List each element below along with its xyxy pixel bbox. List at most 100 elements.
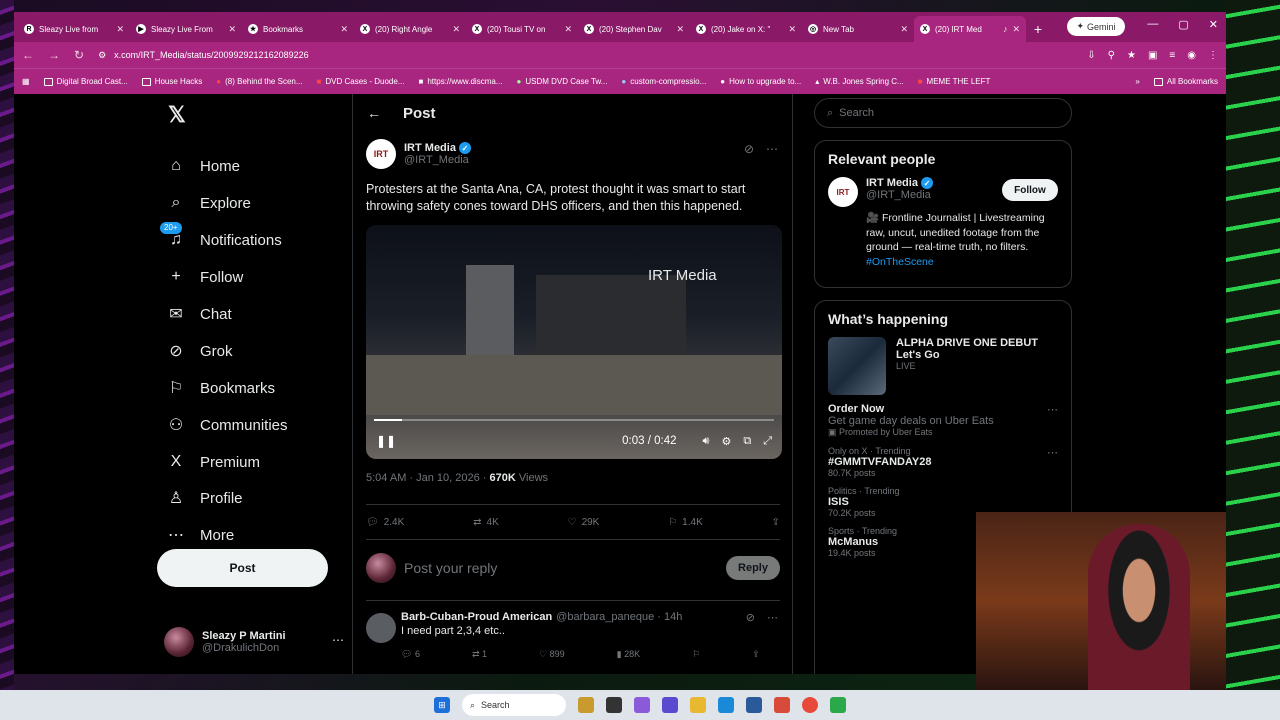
relevant-person[interactable]: IRT IRT Media ✓ @IRT_Media Follow [828,177,1058,207]
close-tab-icon[interactable]: ✕ [452,24,460,35]
more-dots-icon[interactable]: ⋯ [1047,446,1058,459]
bookmark-item[interactable]: ■ MEME THE LEFT [918,77,991,86]
url-field[interactable]: ⚙ x.com/IRT_Media/status/2009929212162089… [98,45,1073,65]
settings-gear-icon[interactable]: ⚙ [721,435,731,448]
minimize-icon[interactable]: — [1147,18,1158,31]
install-icon[interactable]: ⇩ [1087,50,1095,61]
video-player[interactable]: IRT Media ❚❚ 0:03 / 0:42 🔊︎ ⚙ ⧉ ⤢ [366,225,782,459]
chrome-icon[interactable] [802,697,818,713]
reply-button[interactable]: Reply [726,556,780,580]
close-tab-icon[interactable]: ✕ [900,24,908,35]
bookmark-item[interactable]: ■ DVD Cases - Duode... [317,77,405,86]
commenter-name[interactable]: Barb-Cuban-Proud American [401,611,552,623]
person-name[interactable]: IRT Media [866,177,918,189]
event-item[interactable]: ALPHA DRIVE ONE DEBUT Let's Go LIVE [828,337,1058,395]
taskbar-search[interactable]: ⌕ Search [462,694,566,716]
forward-arrow-icon[interactable]: → [48,48,60,62]
browser-tab[interactable]: R Sleazy Live from ✕ [18,16,130,42]
bookmark-item[interactable]: House Hacks [141,77,202,86]
bio-hashtag[interactable]: #OnTheScene [866,256,934,268]
browser-tab-active[interactable]: X (20) IRT Med ♪ ✕ [914,16,1026,42]
close-tab-icon[interactable]: ✕ [788,24,796,35]
more-dots-icon[interactable]: ⋯ [1047,403,1058,416]
back-arrow-icon[interactable]: ← [22,48,34,62]
nav-more[interactable]: ⋯ More [166,517,234,553]
follow-button[interactable]: Follow [1002,179,1058,201]
post-author[interactable]: IRT IRT Media ✓ @IRT_Media [366,139,471,169]
share-action[interactable]: ⇪ [752,649,760,660]
teams-icon[interactable] [662,697,678,713]
close-tab-icon[interactable]: ✕ [676,24,684,35]
browser-tab[interactable]: ▶ Sleazy Live From ✕ [130,16,242,42]
back-arrow-icon[interactable]: ← [367,105,381,121]
nav-follow[interactable]: + Follow [166,259,243,295]
reply-action[interactable]: 💬︎ 6 [401,649,420,660]
repost-action[interactable]: ⇄ 1 [472,649,487,660]
menu-dots-icon[interactable]: ⋮ [1208,50,1218,61]
profile-icon[interactable]: ◉ [1187,50,1196,61]
zoom-icon[interactable]: ⚲ [1108,50,1115,61]
browser-tab[interactable]: X (20) Jake on X: " ✕ [690,16,802,42]
bookmark-star-icon[interactable]: ★ [1127,50,1136,61]
nav-bookmarks[interactable]: ⚐ Bookmarks [166,370,275,406]
bookmark-item[interactable]: ● custom-compressio... [621,77,706,86]
office-icon[interactable] [774,697,790,713]
new-tab-button[interactable]: + [1026,16,1050,42]
more-dots-icon[interactable]: ⋯ [332,633,344,647]
like-action[interactable]: ♡ 29K [568,517,600,528]
nav-premium[interactable]: X Premium [166,444,260,480]
reply-post[interactable]: Barb-Cuban-Proud American @barbara_panequ… [366,600,780,660]
bookmark-item[interactable]: ● (8) Behind the Scen... [216,77,302,86]
more-dots-icon[interactable]: ⋯ [767,611,778,624]
grok-icon[interactable]: ⊘ [744,142,754,156]
nav-profile[interactable]: ♙ Profile [166,480,243,516]
extensions-icon[interactable]: ≡ [1169,50,1175,61]
copilot-icon[interactable] [634,697,650,713]
video-progress-bar[interactable] [374,419,774,421]
bookmark-item[interactable]: ● USDM DVD Case Tw... [516,77,607,86]
commenter-avatar[interactable] [366,613,396,643]
browser-tab[interactable]: ◎ New Tab ✕ [802,16,914,42]
account-switcher[interactable]: Sleazy P Martini @DrakulichDon ⋯ [164,625,344,659]
trend-item[interactable]: Only on X · Trending #GMMTVFANDAY28 80.7… [828,446,1058,478]
bookmark-item[interactable]: ● How to upgrade to... [720,77,801,86]
post-timestamp[interactable]: 5:04 AM · Jan 10, 2026 · [366,472,490,484]
bookmark-item[interactable]: ■ https://www.discma... [419,77,503,86]
grok-icon[interactable]: ⊘ [746,611,755,624]
close-tab-icon[interactable]: ✕ [340,24,348,35]
post-button[interactable]: Post [157,549,328,587]
close-tab-icon[interactable]: ✕ [116,24,124,35]
x-logo-icon[interactable]: 𝕏 [168,102,186,128]
nav-notifications[interactable]: ♫ 20+ Notifications [160,222,282,258]
share-action[interactable]: ⇪ [772,517,780,528]
author-avatar[interactable]: IRT [366,139,396,169]
apps-grid-icon[interactable]: ▦ [22,77,30,86]
pip-icon[interactable]: ⧉ [743,435,751,448]
close-tab-icon[interactable]: ✕ [1012,24,1020,35]
close-window-icon[interactable]: ✕ [1209,18,1218,31]
bookmark-action[interactable]: ⚐ [692,649,700,660]
nav-grok[interactable]: ⊘ Grok [166,333,232,369]
app-icon[interactable] [830,697,846,713]
more-bookmarks-icon[interactable]: » [1135,77,1139,86]
repost-action[interactable]: ⇄ 4K [473,517,499,528]
reply-input[interactable]: Post your reply [404,560,718,576]
nav-communities[interactable]: ⚇ Communities [166,407,288,443]
maximize-icon[interactable]: ▢ [1178,18,1188,31]
pause-icon[interactable]: ❚❚ [376,434,396,448]
bookmark-action[interactable]: ⚐ 1.4K [668,517,703,528]
volume-icon[interactable]: 🔊︎ [703,435,710,448]
nav-chat[interactable]: ✉ Chat [166,296,231,332]
reply-action[interactable]: 💬︎ 2.4K [366,517,404,528]
person-avatar[interactable]: IRT [828,177,858,207]
search-input[interactable]: ⌕ Search [814,98,1072,128]
close-tab-icon[interactable]: ✕ [564,24,572,35]
site-info-icon[interactable]: ⚙ [98,50,106,61]
close-tab-icon[interactable]: ✕ [228,24,236,35]
browser-tab[interactable]: X (20) Stephen Dav ✕ [578,16,690,42]
commenter-handle[interactable]: @barbara_paneque · 14h [556,611,682,623]
author-name[interactable]: IRT Media [404,142,456,154]
windows-start-icon[interactable]: ⊞ [434,697,450,713]
views-action[interactable]: ▮ 28K [617,649,640,660]
like-action[interactable]: ♡ 899 [539,649,565,660]
